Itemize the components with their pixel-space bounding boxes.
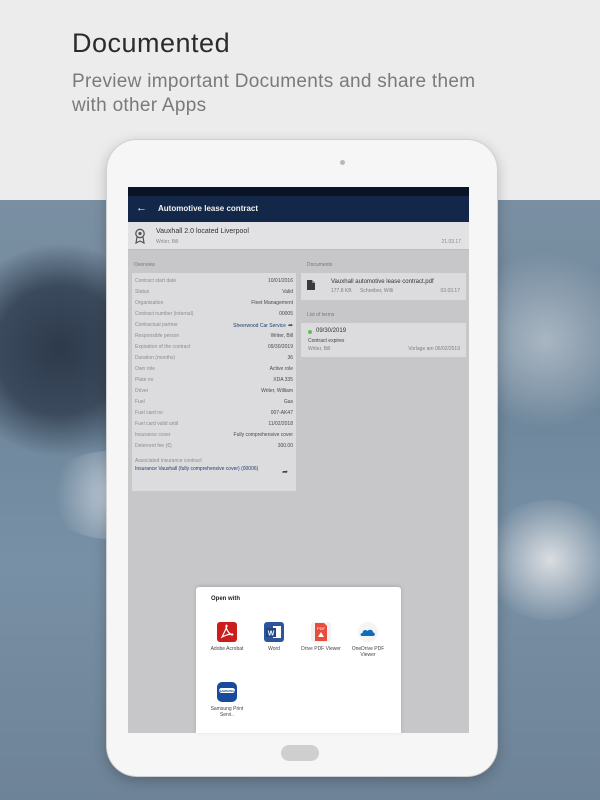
overview-row: Fuel card no 007-AK47 — [135, 410, 293, 416]
term-due: Vorlage am 06/02/2019 — [408, 346, 460, 352]
overview-label: Overview — [134, 262, 155, 268]
documents-label: Documents — [307, 262, 333, 268]
share-arrow-icon[interactable]: ➦ — [282, 468, 288, 476]
insurance-contract-link[interactable]: Insurance Vauxhall (fully comprehensive … — [135, 466, 265, 472]
term-date: 09/30/2019 — [316, 328, 347, 334]
contract-header-card[interactable]: Vauxhall 2.0 located Liverpool Writer, B… — [128, 222, 469, 250]
tablet-camera — [340, 160, 345, 165]
overview-row: Contract number (internal) 00005 — [135, 311, 293, 317]
svg-text:SAMSUNG: SAMSUNG — [219, 689, 235, 693]
document-author: Schreiber, Willi — [360, 288, 394, 294]
insurance-contract-label: Associated insurance contract — [135, 458, 202, 464]
svg-text:PDF: PDF — [317, 626, 326, 631]
app-drive-pdf-viewer[interactable]: PDF Drive PDF Viewer — [299, 622, 343, 652]
status-dot-icon — [308, 330, 312, 334]
overview-row: Duration (months) 36 — [135, 355, 293, 361]
app-label: Samsung Print Servi.. — [210, 706, 244, 718]
term-title: Contract expires — [308, 338, 345, 344]
hero-subtitle: Preview important Documents and share th… — [72, 71, 476, 116]
overview-row: Deterrent fee (€) 300.00 — [135, 443, 293, 449]
word-icon: W — [264, 622, 284, 642]
hero-title: Documented — [72, 28, 231, 58]
share-arrow-icon[interactable]: ➦ — [288, 323, 293, 329]
document-size: 177.8 KB — [331, 288, 352, 294]
document-name: Vauxhall automotive lease contract.pdf — [331, 279, 434, 285]
app-bar: ← Automotive lease contract — [128, 196, 469, 222]
tablet-home-button[interactable] — [281, 745, 319, 761]
app-label: Word — [268, 646, 280, 652]
app-samsung-print-service[interactable]: SAMSUNG Samsung Print Servi.. — [205, 682, 249, 718]
terms-label: List of terms — [307, 312, 335, 318]
overview-row: Fuel card valid until 11/02/2018 — [135, 421, 293, 427]
term-person: Writer, Bill — [308, 346, 331, 352]
contract-owner: Writer, Bill — [156, 239, 179, 245]
app-label: OneDrive PDF Viewer — [351, 646, 385, 658]
svg-text:W: W — [268, 631, 275, 638]
overview-panel: Contract start date 10/01/2016 Status Vali… — [132, 273, 296, 491]
samsung-print-icon: SAMSUNG — [217, 682, 237, 702]
app-onedrive-pdf-viewer[interactable]: OneDrive PDF Viewer — [346, 622, 390, 658]
onedrive-icon — [358, 622, 378, 642]
document-date: 03.03.17 — [440, 288, 460, 294]
award-icon — [135, 228, 145, 244]
app-label: Adobe Acrobat — [210, 646, 244, 652]
overview-row: Contract start date 10/01/2016 — [135, 278, 293, 284]
document-item[interactable]: Vauxhall automotive lease contract.pdf 1… — [301, 273, 466, 300]
file-icon — [307, 280, 315, 290]
overview-row: Plate no XDA 335 — [135, 377, 293, 383]
overview-row-partner[interactable]: Contractual partner Sheerwood Car Service… — [135, 320, 293, 330]
adobe-acrobat-icon — [217, 622, 237, 642]
overview-row: Organization Fleet Management — [135, 300, 293, 306]
status-bar — [128, 187, 469, 196]
overview-row: Expiration of the contract 09/30/2019 — [135, 344, 293, 350]
app-adobe-acrobat[interactable]: Adobe Acrobat — [205, 622, 249, 652]
overview-row: Driver Writer, William — [135, 388, 293, 394]
sheet-title: Open with — [211, 596, 240, 602]
contract-date: 21.03.17 — [441, 239, 461, 245]
term-item[interactable]: 09/30/2019 Contract expires Writer, Bill… — [301, 323, 466, 357]
app-word[interactable]: W Word — [252, 622, 296, 652]
overview-row: Responsible person Writer, Bill — [135, 333, 293, 339]
contractual-partner-link[interactable]: Sheerwood Car Service — [233, 323, 286, 329]
overview-row: Fuel Gas — [135, 399, 293, 405]
back-arrow-icon[interactable]: ← — [136, 202, 147, 214]
overview-row: Insurance cover Fully comprehensive cover — [135, 432, 293, 438]
overview-row: Status Valid — [135, 289, 293, 295]
overview-row: Own role Active role — [135, 366, 293, 372]
app-bar-title: Automotive lease contract — [158, 204, 259, 213]
open-with-sheet: Open with Adobe Acrobat W Word PDF Drive… — [196, 587, 401, 733]
drive-pdf-icon: PDF — [311, 622, 331, 642]
app-label: Drive PDF Viewer — [301, 646, 341, 652]
contract-title: Vauxhall 2.0 located Liverpool — [156, 228, 249, 235]
